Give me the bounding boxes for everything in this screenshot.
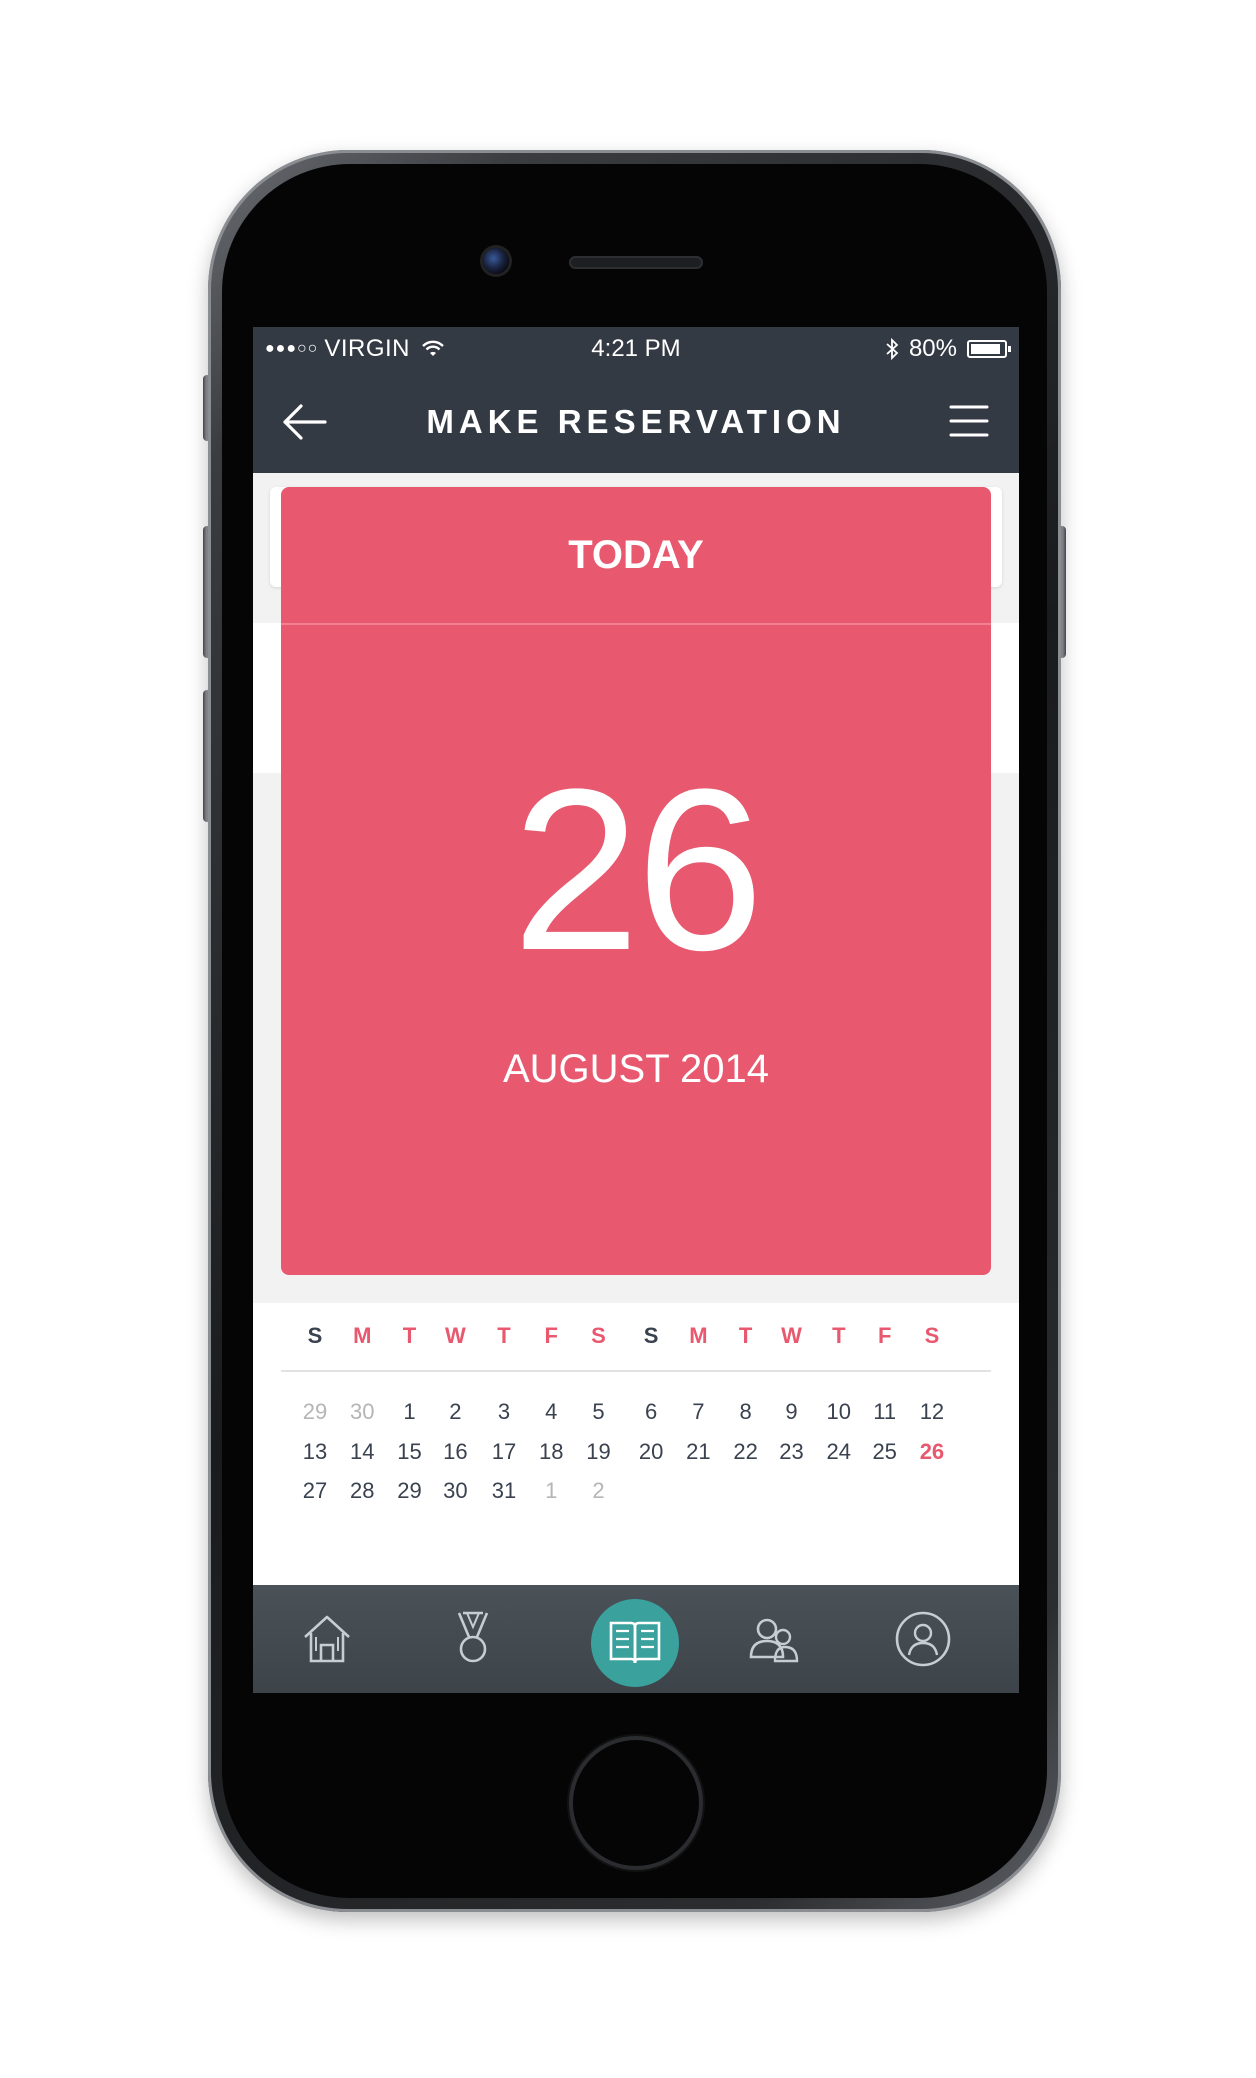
hamburger-menu-icon[interactable] [947, 399, 991, 443]
calendar-day[interactable]: 7 [678, 1399, 718, 1425]
nav-bar: MAKE RESERVATION [253, 373, 1019, 473]
calendar-day[interactable]: 13 [295, 1439, 335, 1465]
weekday-label: F [544, 1323, 558, 1348]
weekday-label: M [353, 1323, 372, 1348]
weekday-label: T [738, 1323, 753, 1348]
card-divider [281, 623, 991, 625]
home-icon[interactable] [293, 1605, 361, 1673]
calendar-day[interactable]: 9 [772, 1399, 812, 1425]
calendar-day[interactable]: 30 [435, 1478, 475, 1504]
page-title: MAKE RESERVATION [426, 403, 846, 440]
calendar-day[interactable]: 15 [390, 1439, 430, 1465]
medal-icon[interactable] [439, 1605, 507, 1673]
calendar-day[interactable]: 6 [631, 1399, 671, 1425]
calendar-day[interactable]: 2 [579, 1478, 619, 1504]
calendar-day[interactable]: 29 [390, 1478, 430, 1504]
day-number: 26 [512, 741, 764, 998]
front-camera [483, 248, 509, 274]
calendar-day[interactable]: 3 [484, 1399, 524, 1425]
calendar-day[interactable]: 22 [726, 1439, 766, 1465]
weekday-label: T [402, 1323, 417, 1348]
tab-book-active[interactable] [591, 1599, 679, 1687]
calendar-strip: SMTWTFSSMTWTFS 29 30 1 2 3 4 5 6 7 8 9 10 11 12 13 14 15… [253, 1303, 1019, 1585]
battery-percent: 80% [908, 335, 957, 362]
weekday-label: W [445, 1323, 466, 1348]
book-icon [609, 1621, 661, 1664]
group-icon[interactable] [739, 1605, 807, 1673]
calendar-day[interactable]: 8 [726, 1399, 766, 1425]
calendar-day[interactable]: 20 [631, 1439, 671, 1465]
month-year: AUGUST 2014 [502, 1047, 770, 1091]
weekday-label: M [689, 1323, 708, 1348]
calendar-day[interactable]: 21 [678, 1439, 718, 1465]
battery-icon [967, 340, 1011, 358]
weekday-label: F [877, 1323, 892, 1348]
weekday-label: T [832, 1323, 846, 1348]
bluetooth-icon [886, 337, 899, 361]
weekday-label: S [924, 1323, 940, 1348]
home-button[interactable] [573, 1740, 699, 1866]
earpiece-speaker [569, 256, 703, 269]
calendar-day[interactable]: 17 [484, 1439, 524, 1465]
weekday-label: W [781, 1323, 802, 1348]
status-bar: ●●●○○ VIRGIN 4:21 PM 80% [253, 327, 1019, 373]
calendar-day[interactable]: 12 [912, 1399, 952, 1425]
calendar-day[interactable]: 23 [772, 1439, 812, 1465]
weekday-label: S [643, 1323, 659, 1348]
status-right: 80% [885, 335, 1011, 363]
today-label: TODAY [568, 533, 704, 577]
calendar-day[interactable]: 27 [295, 1478, 335, 1504]
calendar-day[interactable]: 31 [484, 1478, 524, 1504]
calendar-day[interactable]: 10 [819, 1399, 859, 1425]
weekday-label: T [497, 1323, 511, 1348]
calendar-day[interactable]: 29 [295, 1399, 335, 1425]
calendar-day[interactable]: 28 [342, 1478, 382, 1504]
main-content: TODAY 26 AUGUST 2014 SMTWTFSSMTWTFS 29 30… [253, 473, 1019, 1585]
calendar-day[interactable]: 14 [342, 1439, 382, 1465]
calendar-divider [281, 1370, 991, 1372]
calendar-day[interactable]: 4 [531, 1399, 571, 1425]
calendar-day[interactable]: 18 [531, 1439, 571, 1465]
calendar-day[interactable]: 19 [579, 1439, 619, 1465]
bottom-tab-bar [253, 1585, 1019, 1693]
calendar-day[interactable]: 2 [435, 1399, 475, 1425]
weekday-label: S [307, 1323, 323, 1348]
calendar-day[interactable]: 16 [435, 1439, 475, 1465]
calendar-day[interactable]: 1 [531, 1478, 571, 1504]
calendar-day[interactable]: 24 [819, 1439, 859, 1465]
weekday-label: S [591, 1323, 606, 1348]
weekday-header: SMTWTFSSMTWTFS [281, 1323, 991, 1363]
calendar-day[interactable]: 1 [390, 1399, 430, 1425]
calendar-day[interactable]: 30 [342, 1399, 382, 1425]
app-screen: ●●●○○ VIRGIN 4:21 PM 80% MAKE RESERVATIO… [253, 327, 1019, 1693]
calendar-day[interactable]: 11 [865, 1399, 905, 1425]
calendar-day[interactable]: 5 [579, 1399, 619, 1425]
calendar-day-selected[interactable]: 26 [912, 1439, 952, 1465]
today-date-card[interactable]: TODAY 26 AUGUST 2014 [281, 487, 991, 1275]
profile-icon[interactable] [889, 1605, 957, 1673]
calendar-day[interactable]: 25 [865, 1439, 905, 1465]
